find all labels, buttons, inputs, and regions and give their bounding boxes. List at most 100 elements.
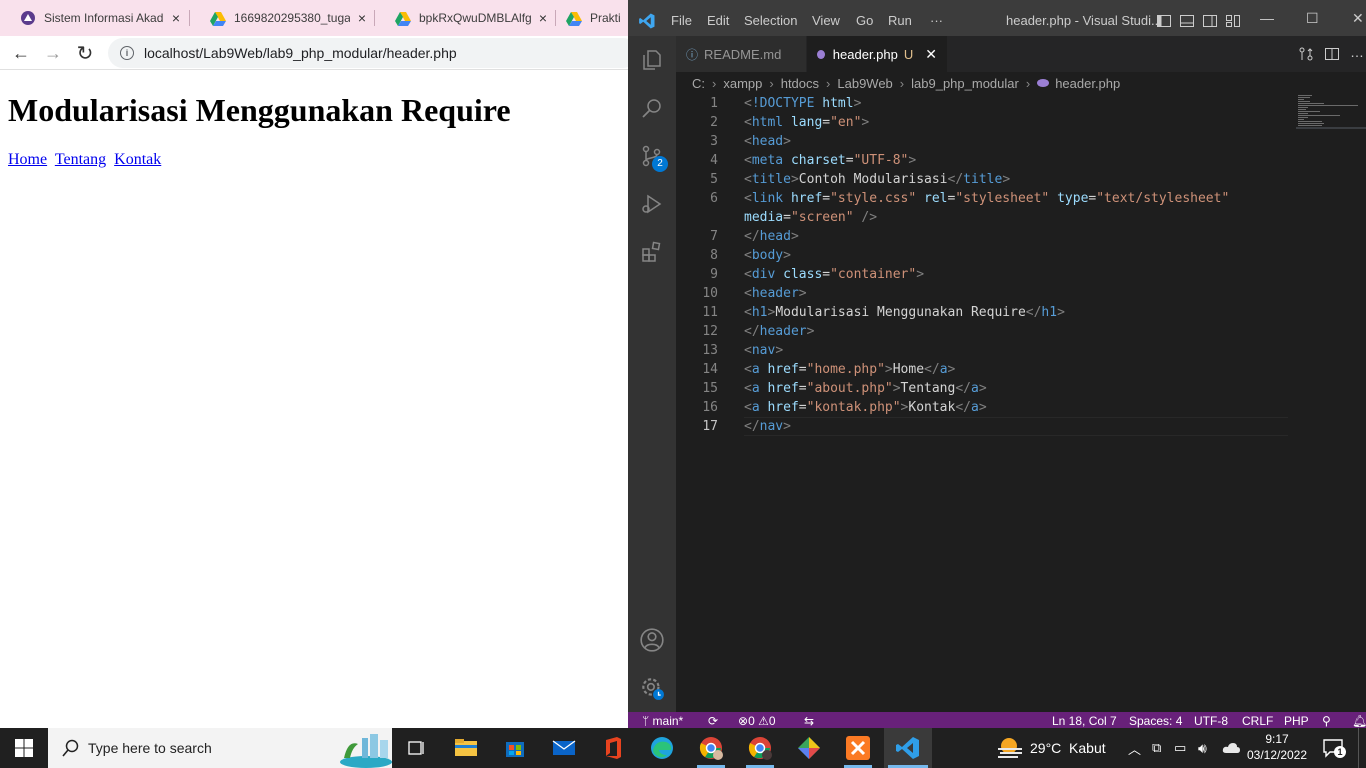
problems-indicator[interactable]: ⊗0 ⚠0 — [738, 714, 776, 728]
menu-view[interactable]: View — [812, 13, 840, 28]
start-button[interactable] — [0, 728, 48, 768]
tab-header-php[interactable]: header.php U ✕ — [807, 36, 947, 72]
show-hidden-icons-chevron-up-icon[interactable]: ︿ — [1128, 728, 1141, 768]
code-line[interactable]: <a href="about.php">Tentang</a> — [744, 379, 987, 398]
minimap[interactable] — [1296, 94, 1366, 134]
code-line[interactable]: <nav> — [744, 341, 783, 360]
language-mode[interactable]: PHP — [1284, 714, 1309, 728]
indentation[interactable]: Spaces: 4 — [1129, 714, 1182, 728]
customize-layout-icon[interactable] — [1225, 13, 1241, 29]
code-line[interactable]: <a href="home.php">Home</a> — [744, 360, 955, 379]
code-line[interactable]: <link href="style.css" rel="stylesheet" … — [744, 189, 1229, 208]
breadcrumb-item[interactable]: lab9_php_modular — [911, 76, 1019, 91]
code-line[interactable]: <h1>Modularisasi Menggunakan Require</h1… — [744, 303, 1065, 322]
menu-run[interactable]: Run — [888, 13, 912, 28]
maximize-button[interactable]: ☐ — [1306, 10, 1319, 27]
close-icon[interactable]: × — [172, 10, 180, 26]
sync-icon[interactable]: ⟳ — [708, 714, 718, 728]
code-line[interactable]: <meta charset="UTF-8"> — [744, 151, 916, 170]
minimize-button[interactable]: — — [1260, 10, 1274, 26]
mail-icon[interactable] — [550, 734, 578, 762]
code-line[interactable]: media="screen" /> — [744, 208, 877, 227]
code-line[interactable]: <!DOCTYPE html> — [744, 94, 861, 113]
code-line[interactable]: <header> — [744, 284, 807, 303]
breadcrumb-item[interactable]: xampp — [723, 76, 762, 91]
weather-widget[interactable]: 29°C Kabut — [996, 728, 1106, 768]
menu-selection[interactable]: Selection — [744, 13, 797, 28]
browser-tab[interactable]: bpkRxQwuDMBLAlfg3 × — [375, 2, 555, 34]
code-line[interactable]: <head> — [744, 132, 791, 151]
extensions-icon[interactable] — [638, 238, 666, 266]
close-icon[interactable]: × — [539, 10, 547, 26]
taskbar-search[interactable]: Type here to search — [48, 728, 392, 768]
chrome-profile-icon[interactable] — [697, 734, 725, 762]
forward-button[interactable]: → — [40, 40, 66, 66]
code-line[interactable]: </head> — [744, 227, 799, 246]
code-editor[interactable]: 1 2 3 4 5 6 7 8 9 10 11 12 13 14 15 16 1… — [676, 94, 1366, 712]
clock[interactable]: 9:17 03/12/2022 — [1244, 731, 1310, 765]
live-share-icon[interactable]: ⇆ — [804, 714, 814, 728]
explorer-icon[interactable] — [638, 46, 666, 74]
chrome-profile-icon[interactable] — [746, 734, 774, 762]
nav-link-home[interactable]: Home — [8, 151, 47, 168]
nav-link-kontak[interactable]: Kontak — [114, 151, 161, 168]
search-icon[interactable] — [638, 94, 666, 122]
close-icon[interactable]: × — [358, 10, 366, 26]
breadcrumb-item[interactable]: header.php — [1055, 76, 1120, 91]
show-desktop-button[interactable] — [1358, 728, 1359, 768]
code-line[interactable]: <body> — [744, 246, 791, 265]
open-changes-icon[interactable] — [1298, 46, 1314, 62]
branch-indicator[interactable]: ᛘ main* — [642, 714, 683, 728]
volume-icon[interactable]: 🔊︎ — [1198, 728, 1207, 768]
action-center-icon[interactable]: 1 — [1322, 738, 1346, 758]
accounts-icon[interactable] — [638, 626, 666, 654]
more-actions-icon[interactable]: … — [1350, 44, 1364, 60]
code-line[interactable]: <div class="container"> — [744, 265, 924, 284]
office-icon[interactable] — [599, 734, 627, 762]
file-explorer-icon[interactable] — [452, 734, 480, 762]
toggle-sidebar-icon[interactable] — [1156, 13, 1172, 29]
manage-gear-icon[interactable] — [638, 674, 666, 702]
breadcrumb-item[interactable]: htdocs — [781, 76, 819, 91]
menu-go[interactable]: Go — [856, 13, 873, 28]
nav-link-tentang[interactable]: Tentang — [55, 151, 106, 168]
onedrive-cloud-icon[interactable] — [1222, 741, 1240, 755]
feedback-icon[interactable]: ⚲ — [1322, 714, 1331, 728]
meet-now-icon[interactable]: ⧉ — [1152, 728, 1161, 768]
code-line[interactable]: </header> — [744, 322, 814, 341]
battery-icon[interactable]: ▭ — [1174, 728, 1186, 768]
breadcrumb-item[interactable]: Lab9Web — [837, 76, 892, 91]
app-diamond-icon[interactable] — [795, 734, 823, 762]
close-icon[interactable]: ✕ — [925, 46, 937, 63]
toggle-panel-icon[interactable] — [1179, 13, 1195, 29]
code-line[interactable]: <a href="kontak.php">Kontak</a> — [744, 398, 987, 417]
toggle-secondary-sidebar-icon[interactable] — [1202, 13, 1218, 29]
browser-tab[interactable]: 1669820295380_tugas × — [190, 2, 374, 34]
notifications-bell-icon[interactable]: 🔔︎ — [1352, 714, 1366, 728]
menu-edit[interactable]: Edit — [707, 13, 729, 28]
xampp-icon[interactable] — [844, 734, 872, 762]
task-view-icon[interactable] — [402, 736, 430, 760]
tab-readme[interactable]: ⓘ README.md — [676, 36, 806, 72]
breadcrumb-item[interactable]: C: — [692, 76, 705, 91]
browser-tab[interactable]: Sistem Informasi Akad × — [0, 2, 188, 34]
menu-file[interactable]: File — [671, 13, 692, 28]
menu-more[interactable]: ··· — [930, 13, 943, 28]
edge-icon[interactable] — [648, 734, 676, 762]
microsoft-store-icon[interactable] — [501, 734, 529, 762]
code-line[interactable]: </nav> — [744, 417, 791, 436]
back-button[interactable]: ← — [8, 40, 34, 66]
address-bar[interactable]: i localhost/Lab9Web/lab9_php_modular/hea… — [108, 38, 628, 68]
browser-tab[interactable]: Praktiku — [556, 2, 628, 34]
encoding[interactable]: UTF-8 — [1194, 714, 1228, 728]
run-debug-icon[interactable] — [638, 190, 666, 218]
code-line[interactable]: <html lang="en"> — [744, 113, 869, 132]
reload-button[interactable]: ↻ — [72, 40, 98, 66]
vscode-icon[interactable] — [894, 734, 922, 762]
end-of-line[interactable]: CRLF — [1242, 714, 1273, 728]
info-icon[interactable]: i — [120, 46, 134, 60]
code-line[interactable]: <title>Contoh Modularisasi</title> — [744, 170, 1010, 189]
close-window-button[interactable]: ✕ — [1352, 10, 1364, 27]
cursor-position[interactable]: Ln 18, Col 7 — [1052, 714, 1117, 728]
split-editor-icon[interactable] — [1324, 46, 1340, 62]
